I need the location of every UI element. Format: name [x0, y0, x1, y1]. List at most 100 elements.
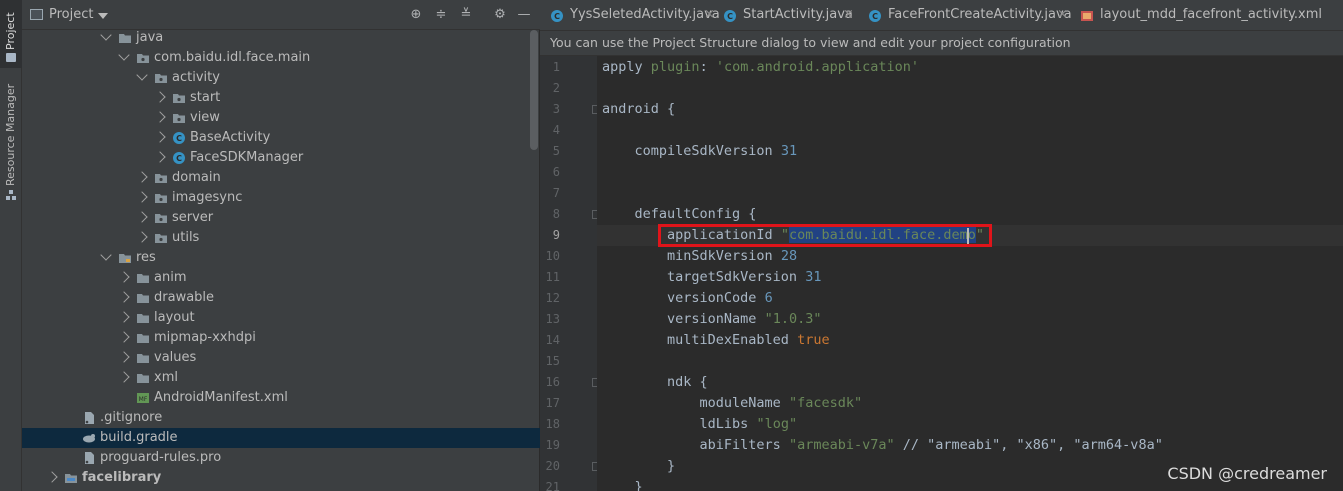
tree-item[interactable]: layout: [22, 308, 540, 328]
tree-item[interactable]: start: [22, 88, 540, 108]
chevron-right-icon[interactable]: [154, 131, 166, 143]
class-icon: C: [868, 9, 882, 23]
folder-icon: [136, 271, 150, 285]
code-token: 6: [764, 290, 773, 306]
code-token: 'com.android.application': [715, 59, 920, 75]
hide-icon[interactable]: —: [516, 7, 532, 23]
tree-item-label: activity: [172, 70, 220, 85]
package-icon: [154, 191, 168, 205]
line-number: 6: [552, 165, 560, 179]
chevron-down-icon[interactable]: [100, 249, 112, 261]
project-tool-button[interactable]: Project: [0, 0, 22, 68]
code-token: "log": [756, 416, 798, 432]
line-number: 10: [545, 249, 560, 263]
chevron-right-icon[interactable]: [118, 331, 130, 343]
tree-item[interactable]: values: [22, 348, 540, 368]
tree-item-label: facelibrary: [82, 470, 162, 485]
tree-item[interactable]: utils: [22, 228, 540, 248]
chevron-down-icon[interactable]: [136, 69, 148, 81]
tree-item-label: xml: [154, 370, 178, 385]
tree-item[interactable]: java: [22, 30, 540, 48]
project-panel-title[interactable]: Project: [49, 7, 93, 22]
folder-icon: [136, 311, 150, 325]
locate-icon[interactable]: ⊕: [408, 7, 424, 23]
code-token: "1.0.3": [764, 311, 822, 327]
collapse-all-icon[interactable]: ≚: [458, 7, 474, 23]
chevron-down-icon[interactable]: [98, 13, 108, 19]
tree-item-label: imagesync: [172, 190, 243, 205]
tree-item-label: proguard-rules.pro: [100, 450, 222, 465]
code-line: minSdkVersion 28: [602, 246, 797, 267]
tree-item[interactable]: xml: [22, 368, 540, 388]
chevron-right-icon[interactable]: [118, 371, 130, 383]
tree-item[interactable]: facelibrary: [22, 468, 540, 488]
tree-item[interactable]: server: [22, 208, 540, 228]
chevron-right-icon[interactable]: [118, 351, 130, 363]
tree-item[interactable]: .gitignore: [22, 408, 540, 428]
tree-item[interactable]: res: [22, 248, 540, 268]
line-number: 21: [545, 480, 560, 491]
close-icon[interactable]: ×: [843, 7, 854, 22]
chevron-right-icon[interactable]: [136, 171, 148, 183]
tool-window-stripe: Project Resource Manager: [0, 0, 22, 491]
chevron-right-icon[interactable]: [136, 191, 148, 203]
chevron-right-icon[interactable]: [154, 91, 166, 103]
code-token: versionCode: [602, 290, 765, 306]
line-number: 3: [552, 102, 560, 116]
tree-item[interactable]: C FaceSDKManager: [22, 148, 540, 168]
code-line: }: [602, 456, 675, 477]
tree-item[interactable]: anim: [22, 268, 540, 288]
code-token: android {: [602, 101, 676, 117]
resource-manager-tool-button[interactable]: Resource Manager: [0, 70, 22, 210]
tree-scrollbar[interactable]: [530, 30, 538, 150]
chevron-down-icon[interactable]: [118, 49, 130, 61]
text-caret: [967, 228, 969, 244]
line-number: 17: [545, 396, 560, 410]
tree-item[interactable]: view: [22, 108, 540, 128]
code-editor[interactable]: apply plugin: 'com.android.application' a…: [597, 56, 1343, 491]
tree-item[interactable]: com.baidu.idl.face.main: [22, 48, 540, 68]
chevron-right-icon[interactable]: [118, 291, 130, 303]
tree-item[interactable]: MF AndroidManifest.xml: [22, 388, 540, 408]
chevron-right-icon[interactable]: [118, 271, 130, 283]
line-number: 16: [545, 375, 560, 389]
tree-item-label: .gitignore: [100, 410, 163, 425]
tree-item[interactable]: mipmap-xxhdpi: [22, 328, 540, 348]
line-number: 12: [545, 291, 560, 305]
package-icon: [136, 51, 150, 65]
gear-icon[interactable]: ⚙: [492, 7, 508, 23]
chevron-right-icon[interactable]: [136, 211, 148, 223]
resource-manager-icon: [6, 190, 16, 200]
tree-item[interactable]: C BaseActivity: [22, 128, 540, 148]
line-number: 20: [545, 459, 560, 473]
line-number: 15: [545, 354, 560, 368]
class-icon: C: [172, 151, 186, 165]
folder-icon: [136, 291, 150, 305]
chevron-right-icon[interactable]: [136, 231, 148, 243]
project-structure-banner: You can use the Project Structure dialog…: [540, 31, 1343, 56]
tree-item[interactable]: drawable: [22, 288, 540, 308]
project-tool-label: Project: [4, 12, 17, 50]
line-number: 8: [552, 207, 560, 221]
expand-all-icon[interactable]: ≑: [433, 7, 449, 23]
chevron-right-icon[interactable]: [46, 471, 58, 483]
tree-item-label: mipmap-xxhdpi: [154, 330, 256, 345]
package-icon: [172, 111, 186, 125]
code-token: apply: [602, 59, 651, 75]
tree-item[interactable]: domain: [22, 168, 540, 188]
tree-item[interactable]: imagesync: [22, 188, 540, 208]
code-line: }: [602, 477, 643, 491]
project-tree: java com.baidu.idl.face.main activity start…: [22, 30, 540, 491]
chevron-right-icon[interactable]: [154, 151, 166, 163]
tree-item[interactable]: proguard-rules.pro: [22, 448, 540, 468]
close-icon[interactable]: ×: [1057, 7, 1068, 22]
tree-item[interactable]: activity: [22, 68, 540, 88]
chevron-down-icon[interactable]: [100, 30, 112, 41]
code-line: versionCode 6: [602, 288, 773, 309]
code-token: targetSdkVersion: [602, 269, 806, 285]
folder-icon: [136, 351, 150, 365]
close-icon[interactable]: ×: [704, 7, 715, 22]
chevron-right-icon[interactable]: [118, 311, 130, 323]
tree-item[interactable]: build.gradle: [22, 428, 540, 448]
chevron-right-icon[interactable]: [154, 111, 166, 123]
